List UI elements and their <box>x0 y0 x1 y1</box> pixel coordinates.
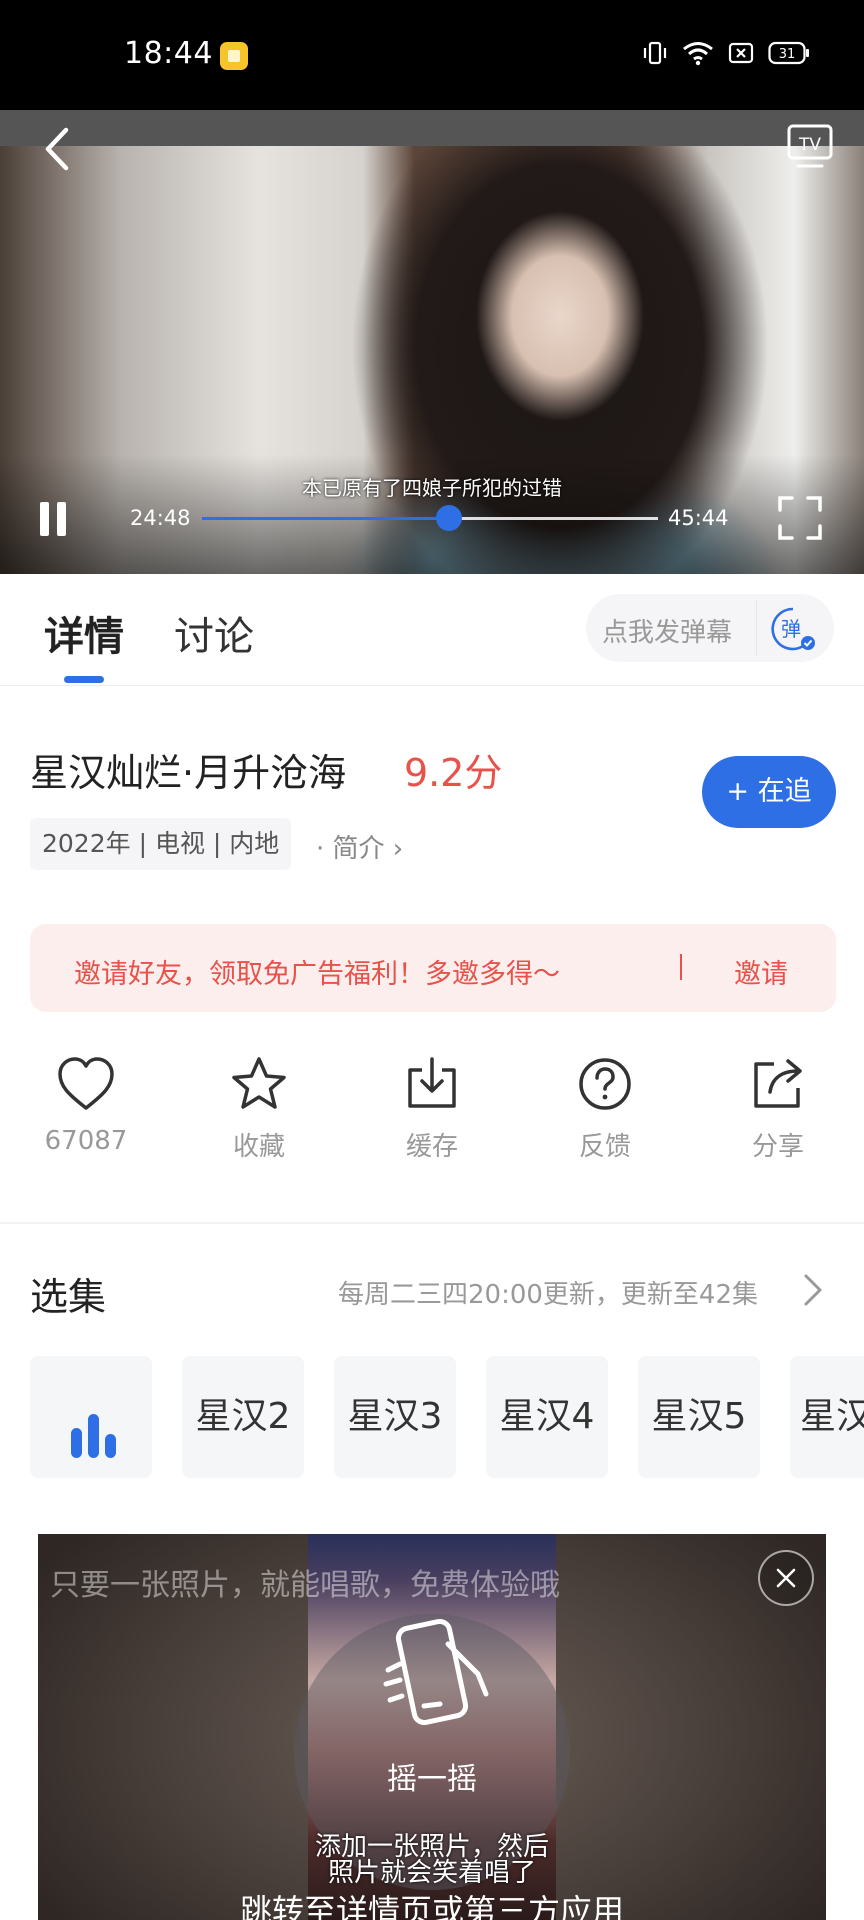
pause-button[interactable] <box>36 498 70 540</box>
playing-bars-icon <box>71 1414 116 1458</box>
back-button[interactable] <box>34 124 84 174</box>
ad-banner[interactable]: 只要一张照片，就能唱歌，免费体验哦 摇一摇 添加一张照片，然后 照片就会笑着唱了… <box>38 1534 826 1920</box>
heart-icon <box>58 1057 114 1110</box>
chevron-right-icon[interactable] <box>802 1272 824 1308</box>
episode-item[interactable]: 星汉4 <box>486 1356 608 1478</box>
pause-bar-right <box>57 502 66 536</box>
episode-current[interactable] <box>30 1356 152 1478</box>
section-divider <box>0 1222 864 1224</box>
feedback-label: 反馈 <box>578 1132 631 1162</box>
cast-tv-button[interactable]: TV <box>786 122 834 172</box>
share-label: 分享 <box>751 1132 804 1162</box>
status-time: 18:44 <box>124 36 213 71</box>
share-icon <box>754 1059 802 1108</box>
tv-label: TV <box>798 135 821 155</box>
fullscreen-button[interactable] <box>778 496 822 540</box>
danmaku-input[interactable]: 点我发弹幕 弹 <box>586 594 834 662</box>
like-button[interactable]: 67087 <box>16 1056 156 1156</box>
shake-phone-icon <box>383 1619 489 1725</box>
pause-bar-left <box>40 502 49 536</box>
detail-tabs: 详情 讨论 点我发弹幕 弹 <box>0 574 864 686</box>
progress-bar[interactable] <box>202 505 658 531</box>
vibrate-icon <box>643 41 667 65</box>
action-row: 67087 收藏 缓存 反馈 分享 <box>0 1056 864 1176</box>
danmaku-icon-char: 弹 <box>781 617 801 641</box>
video-subtitle: 本已原有了四娘子所犯的过错 <box>302 476 562 500</box>
notification-app-icon <box>220 42 248 70</box>
question-icon <box>579 1058 631 1110</box>
status-icons: 31 <box>642 40 810 66</box>
current-time: 24:48 <box>130 506 191 530</box>
sim-disabled-icon <box>728 42 754 64</box>
ad-cta[interactable]: 跳转至详情页或第三方应用 <box>38 1886 826 1920</box>
intro-link[interactable]: · 简介 › <box>316 828 403 865</box>
collect-label: 收藏 <box>232 1132 285 1162</box>
show-score: 9.2分 <box>404 751 503 795</box>
battery-level: 31 <box>779 47 796 62</box>
invite-button[interactable]: 邀请 <box>734 952 788 991</box>
ad-close-button[interactable] <box>758 1550 814 1606</box>
share-button[interactable]: 分享 <box>708 1056 848 1163</box>
progress-fill <box>202 517 450 520</box>
invite-text: 邀请好友，领取免广告福利！多邀多得～ <box>74 959 560 990</box>
download-button[interactable]: 缓存 <box>362 1056 502 1163</box>
star-icon <box>232 1057 286 1109</box>
invite-banner[interactable]: 邀请好友，领取免广告福利！多邀多得～ 邀请 <box>30 924 836 1012</box>
ad-caption-line2: 照片就会笑着唱了 <box>327 1858 536 1888</box>
danmaku-placeholder: 点我发弹幕 <box>602 618 733 648</box>
active-tab-indicator <box>64 676 104 683</box>
download-label: 缓存 <box>405 1132 458 1162</box>
episodes-update-info[interactable]: 每周二三四20:00更新，更新至42集 <box>338 1274 758 1311</box>
ad-headline: 只要一张照片，就能唱歌，免费体验哦 <box>50 1568 560 1603</box>
wifi-icon <box>683 42 713 66</box>
feedback-button[interactable]: 反馈 <box>535 1056 675 1163</box>
tab-details[interactable]: 详情 <box>44 604 124 662</box>
episode-list: 星汉2 星汉3 星汉4 星汉5 星汉6 <box>30 1356 864 1480</box>
episodes-title: 选集 <box>30 1275 107 1319</box>
invite-separator <box>680 954 682 980</box>
download-icon <box>408 1057 456 1108</box>
collect-button[interactable]: 收藏 <box>189 1056 329 1163</box>
follow-button[interactable]: + 在追 <box>702 756 836 828</box>
episode-item[interactable]: 星汉6 <box>790 1356 864 1478</box>
show-title: 星汉灿烂·月升沧海 <box>30 751 347 795</box>
like-count: 67087 <box>44 1126 128 1156</box>
danmaku-toggle-icon[interactable]: 弹 <box>770 606 816 652</box>
battery-icon: 31 <box>768 41 809 65</box>
close-icon <box>776 1568 796 1588</box>
video-player[interactable]: TV 本已原有了四娘子所犯的过错 24:48 45:44 <box>0 110 864 574</box>
episode-item[interactable]: 星汉2 <box>182 1356 304 1478</box>
show-meta: 2022年 | 电视 | 内地 <box>30 818 292 870</box>
episode-item[interactable]: 星汉5 <box>638 1356 760 1478</box>
episode-item[interactable]: 星汉3 <box>334 1356 456 1478</box>
progress-knob[interactable] <box>436 505 463 531</box>
status-bar: 18:44 31 <box>0 0 864 110</box>
total-time: 45:44 <box>668 506 729 530</box>
tab-discuss[interactable]: 讨论 <box>174 604 254 662</box>
shake-label: 摇一摇 <box>387 1762 477 1797</box>
danmaku-divider <box>756 600 757 656</box>
